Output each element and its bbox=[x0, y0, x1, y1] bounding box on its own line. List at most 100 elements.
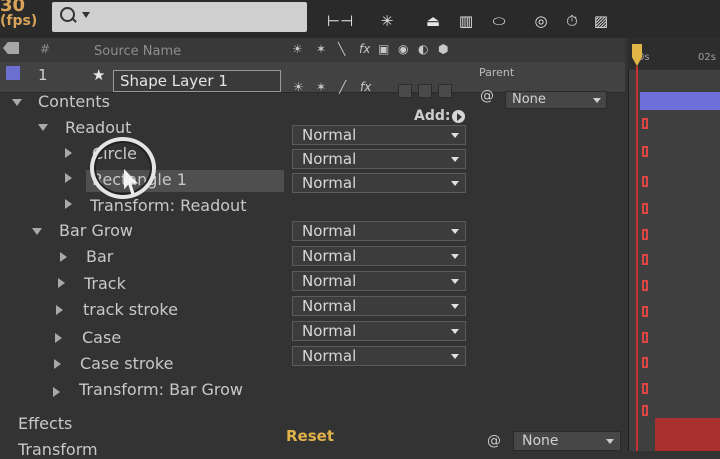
chevron-down-icon bbox=[451, 354, 459, 359]
keyframe-marker[interactable] bbox=[642, 306, 648, 317]
frame-blending-icon[interactable]: ▥ bbox=[455, 12, 477, 30]
blend-mode-bar-grow[interactable]: Normal bbox=[292, 221, 466, 241]
layer-quality-switch-icon[interactable]: ╱ bbox=[339, 80, 346, 94]
draft-3d-icon[interactable]: ✳ bbox=[376, 12, 398, 30]
tree-bar[interactable]: Bar bbox=[86, 247, 113, 266]
switch-shy-icon: ☀ bbox=[292, 42, 303, 56]
keyframe-marker[interactable] bbox=[642, 203, 648, 214]
layer-effects-switch-icon[interactable]: fx bbox=[360, 80, 371, 94]
transform-bar[interactable] bbox=[655, 418, 720, 451]
add-menu-icon[interactable] bbox=[452, 110, 465, 123]
search-input[interactable] bbox=[52, 2, 307, 32]
keyframe-marker[interactable] bbox=[642, 357, 648, 368]
chevron-down-icon bbox=[451, 157, 459, 162]
fps-value: 30 bbox=[0, 0, 26, 16]
tree-case-stroke[interactable]: Case stroke bbox=[80, 354, 173, 373]
switch-adjustment-icon: ◐ bbox=[418, 42, 429, 56]
blend-mode-value: Normal bbox=[302, 150, 357, 168]
layer-frame-blend-switch[interactable] bbox=[398, 84, 412, 98]
tree-track-stroke[interactable]: track stroke bbox=[83, 300, 178, 319]
keyframe-marker[interactable] bbox=[642, 254, 648, 265]
expand-case-icon[interactable] bbox=[55, 333, 62, 343]
blend-mode-value: Normal bbox=[302, 322, 357, 340]
expand-case-stroke-icon[interactable] bbox=[54, 359, 61, 369]
hide-shy-layers-icon[interactable]: ⏏ bbox=[422, 12, 444, 30]
expand-contents-icon[interactable] bbox=[12, 99, 22, 106]
blend-mode-readout[interactable]: Normal bbox=[292, 125, 466, 145]
layer-name-field[interactable]: Shape Layer 1 bbox=[113, 70, 281, 92]
expand-transform-bar-grow-icon[interactable] bbox=[53, 387, 60, 397]
keyframe-marker[interactable] bbox=[642, 146, 648, 157]
expand-track-icon[interactable] bbox=[58, 278, 65, 288]
blend-mode-case[interactable]: Normal bbox=[292, 321, 466, 341]
expand-rectangle-icon[interactable] bbox=[65, 173, 72, 183]
expand-circle-icon[interactable] bbox=[65, 148, 72, 158]
parent-select-value: None bbox=[512, 92, 546, 107]
blend-mode-track[interactable]: Normal bbox=[292, 271, 466, 291]
tree-transform-readout[interactable]: Transform: Readout bbox=[90, 196, 246, 215]
brainstorm-icon[interactable]: ◎ bbox=[530, 12, 552, 30]
chevron-down-icon bbox=[451, 133, 459, 138]
layer-duration-bar[interactable] bbox=[640, 92, 720, 110]
column-source-name[interactable]: Source Name bbox=[94, 44, 181, 59]
tree-readout[interactable]: Readout bbox=[65, 118, 131, 137]
keyframe-marker[interactable] bbox=[642, 229, 648, 240]
blend-mode-value: Normal bbox=[302, 297, 357, 315]
parent-select[interactable]: None bbox=[505, 91, 607, 109]
keyframe-marker[interactable] bbox=[642, 280, 648, 291]
expand-track-stroke-icon[interactable] bbox=[56, 305, 63, 315]
layer-3d-switch[interactable] bbox=[438, 84, 452, 98]
composition-mini-flowchart-icon[interactable]: ⊢⊣ bbox=[327, 12, 353, 30]
motion-blur-icon[interactable]: ⬭ bbox=[488, 12, 510, 30]
keyframe-marker[interactable] bbox=[642, 118, 648, 129]
transform-parent-select[interactable]: None bbox=[513, 431, 621, 451]
chevron-down-icon bbox=[451, 304, 459, 309]
layer-label-color[interactable] bbox=[6, 66, 20, 80]
graph-editor-icon[interactable]: ▨ bbox=[590, 12, 612, 30]
reset-link[interactable]: Reset bbox=[286, 427, 334, 445]
keyframe-marker[interactable] bbox=[642, 405, 648, 416]
switch-collapse-icon: ✶ bbox=[316, 42, 327, 56]
layer-index: 1 bbox=[38, 66, 48, 84]
search-dropdown-icon[interactable] bbox=[82, 12, 90, 18]
keyframe-marker[interactable] bbox=[642, 176, 648, 187]
chevron-down-icon bbox=[451, 229, 459, 234]
layer-motion-blur-switch[interactable] bbox=[418, 84, 432, 98]
switch-quality-icon: ╲ bbox=[338, 42, 346, 56]
transform-pickwhip-icon[interactable]: @ bbox=[487, 433, 501, 449]
blend-mode-circle[interactable]: Normal bbox=[292, 149, 466, 169]
keyframe-marker[interactable] bbox=[642, 332, 648, 343]
blend-mode-track-stroke[interactable]: Normal bbox=[292, 296, 466, 316]
column-index: # bbox=[40, 42, 51, 56]
blend-mode-value: Normal bbox=[302, 222, 357, 240]
auto-keyframe-icon[interactable]: ⏱ bbox=[561, 12, 583, 30]
switch-frame-blend-icon: ▣ bbox=[378, 42, 390, 56]
tree-bar-grow[interactable]: Bar Grow bbox=[59, 221, 133, 240]
expand-transform-readout-icon[interactable] bbox=[65, 199, 72, 209]
ruler-tick-next: 02s bbox=[698, 52, 716, 63]
tree-effects[interactable]: Effects bbox=[18, 414, 72, 433]
tree-track[interactable]: Track bbox=[84, 274, 126, 293]
keyframe-marker[interactable] bbox=[642, 383, 648, 394]
chevron-down-icon bbox=[451, 329, 459, 334]
layer-collapse-switch-icon[interactable]: ✶ bbox=[316, 80, 326, 94]
tree-transform-bar-grow[interactable]: Transform: Bar Grow bbox=[79, 380, 243, 399]
blend-mode-value: Normal bbox=[302, 247, 357, 265]
expand-readout-icon[interactable] bbox=[38, 124, 48, 131]
search-icon bbox=[60, 7, 75, 22]
blend-mode-bar[interactable]: Normal bbox=[292, 246, 466, 266]
tree-case[interactable]: Case bbox=[82, 328, 121, 347]
tree-contents[interactable]: Contents bbox=[38, 92, 110, 111]
blend-mode-value: Normal bbox=[302, 126, 357, 144]
blend-mode-case-stroke[interactable]: Normal bbox=[292, 346, 466, 366]
tree-transform[interactable]: Transform bbox=[18, 440, 98, 459]
expand-bar-icon[interactable] bbox=[60, 252, 67, 262]
transform-parent-value: None bbox=[522, 433, 559, 449]
shape-layer-star-icon: ★ bbox=[92, 66, 106, 84]
layer-shy-switch-icon[interactable]: ☀ bbox=[293, 80, 304, 94]
blend-mode-value: Normal bbox=[302, 174, 357, 192]
expand-bar-grow-icon[interactable] bbox=[32, 228, 42, 235]
blend-mode-rectangle[interactable]: Normal bbox=[292, 173, 466, 193]
blend-mode-value: Normal bbox=[302, 272, 357, 290]
parent-pickwhip-icon[interactable]: @ bbox=[480, 88, 494, 104]
